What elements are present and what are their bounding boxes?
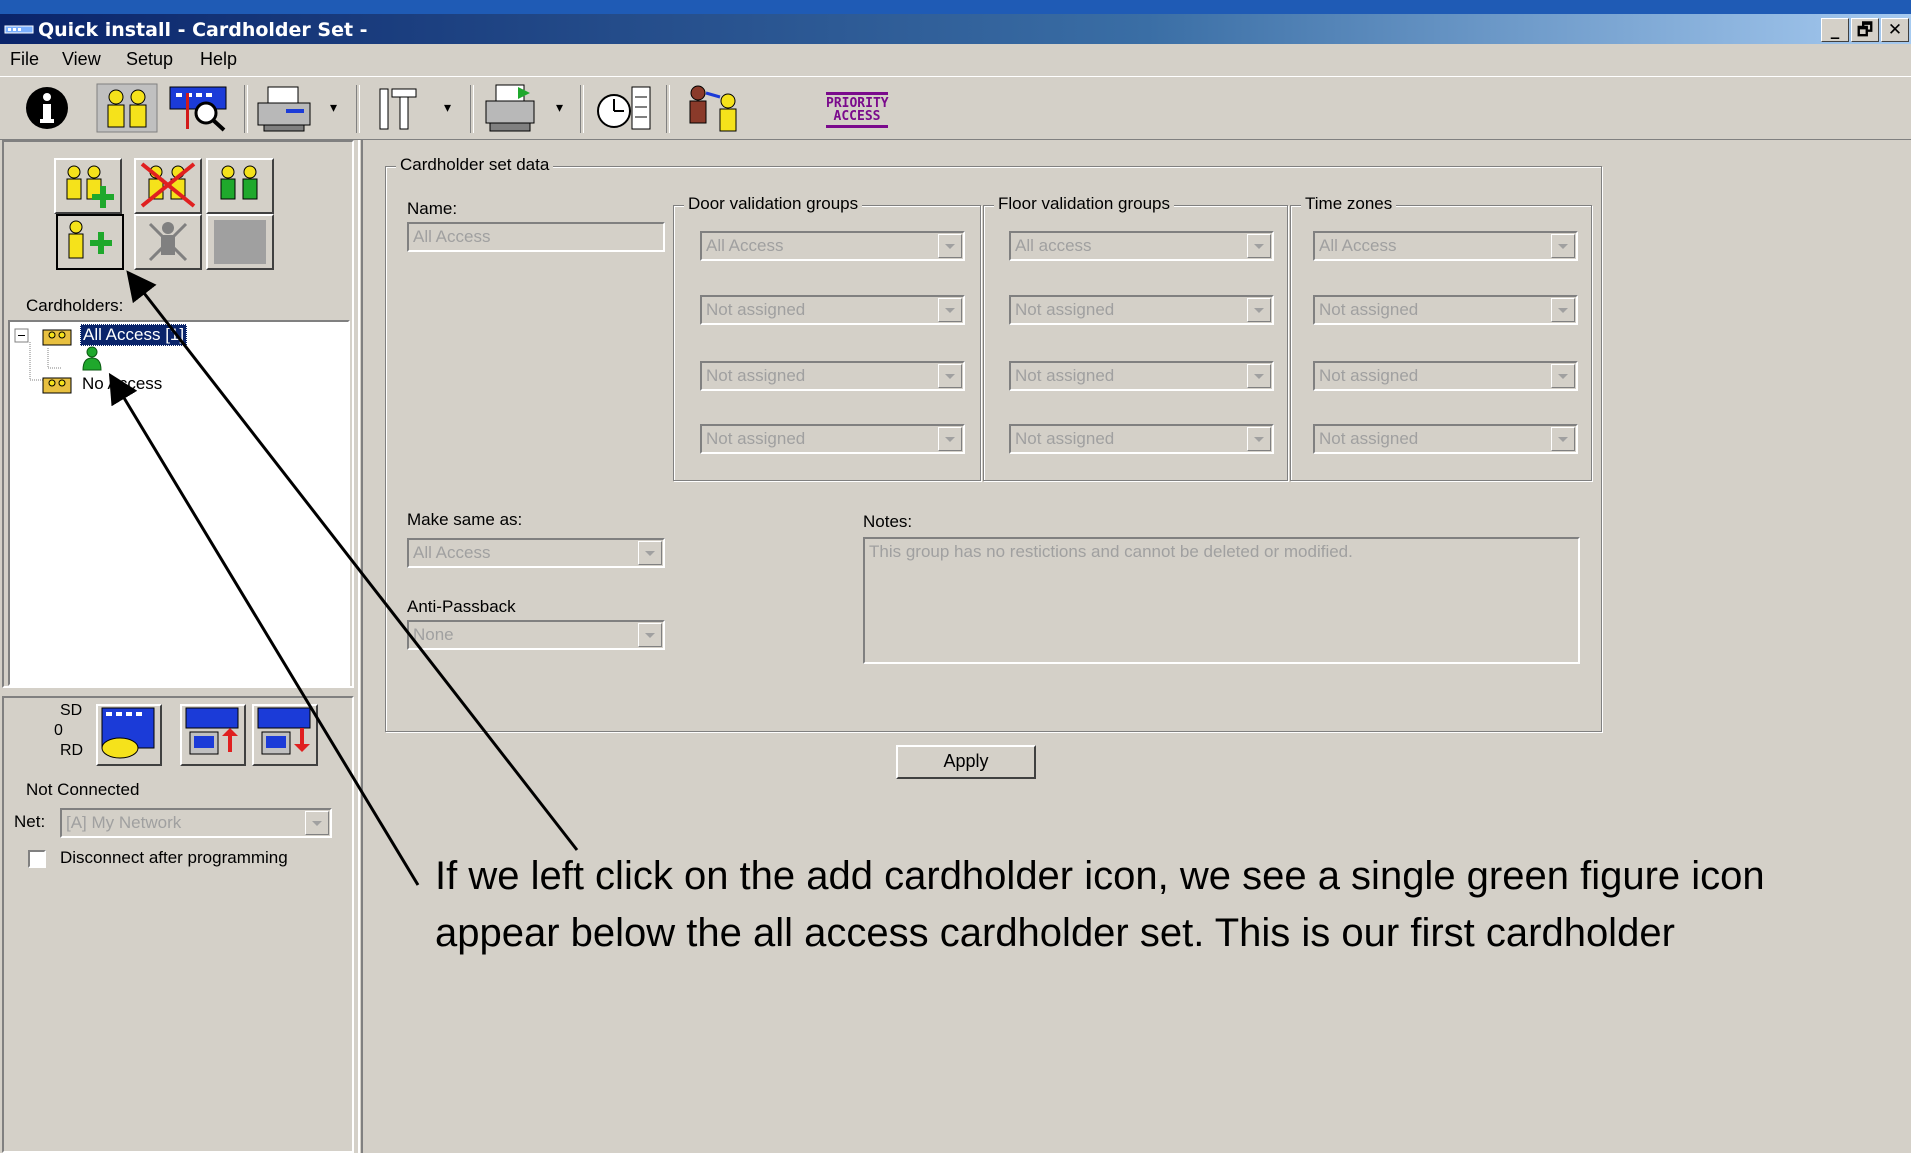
annotation-caption: If we left click on the add cardholder i… xyxy=(435,854,1765,955)
arrow-to-green-figure xyxy=(108,372,420,886)
arrow-to-add-cardholder xyxy=(126,270,579,851)
annotation-arrows xyxy=(108,270,579,886)
